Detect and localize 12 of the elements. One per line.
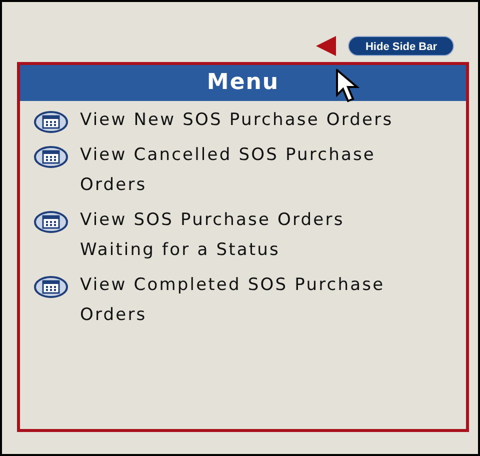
calendar-icon	[34, 111, 68, 133]
menu-link[interactable]: View SOS Purchase Orders Waiting for a Status	[80, 205, 425, 265]
collapse-arrow-icon[interactable]	[316, 36, 336, 56]
hide-sidebar-button[interactable]: Hide Side Bar	[348, 36, 454, 56]
menu-link[interactable]: View Cancelled SOS Purchase Orders	[80, 140, 425, 200]
calendar-icon	[34, 276, 68, 298]
calendar-icon	[34, 146, 68, 168]
menu-link[interactable]: View Completed SOS Purchase Orders	[80, 270, 425, 330]
calendar-icon	[34, 211, 68, 233]
mouse-pointer-icon	[336, 69, 360, 103]
menu-link[interactable]: View New SOS Purchase Orders	[80, 105, 425, 135]
menu-header: Menu	[20, 65, 466, 101]
